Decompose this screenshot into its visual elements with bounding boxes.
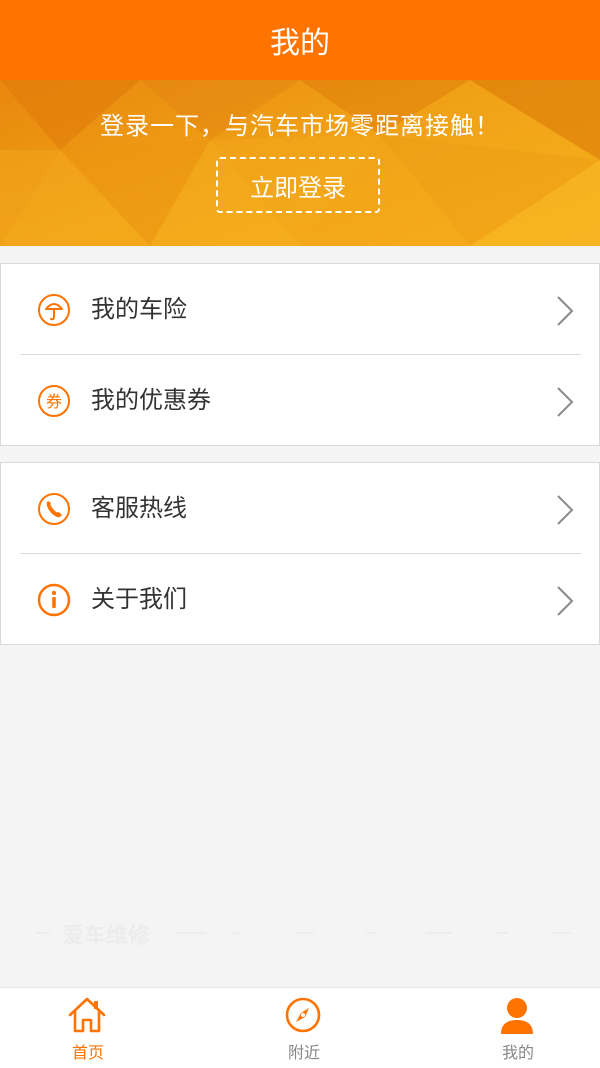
- menu-item-label: 我的优惠券: [91, 386, 211, 414]
- menu-item-label: 客服热线: [91, 494, 187, 522]
- banner-slogan: 登录一下，与汽车市场零距离接触！: [100, 112, 500, 140]
- tab-label: 首页: [71, 1043, 104, 1062]
- menu-item-label: 关于我们: [91, 585, 187, 613]
- phone-icon: [38, 493, 70, 525]
- chevron-right-icon: [557, 495, 574, 525]
- tab-home[interactable]: 首页: [0, 988, 188, 1068]
- bottom-tab-bar: 首页 附近 我的: [0, 987, 600, 1068]
- user-icon: [501, 998, 533, 1034]
- tab-mine[interactable]: 我的: [418, 988, 600, 1068]
- menu-group-account: 我的车险 券 我的优惠券: [0, 263, 600, 446]
- tab-label: 附近: [287, 1043, 320, 1062]
- coupon-icon: 券: [38, 385, 70, 417]
- watermark: 爱车维修: [36, 918, 576, 949]
- page-title: 我的: [270, 26, 330, 61]
- tab-nearby[interactable]: 附近: [204, 988, 404, 1068]
- menu-group-support: 客服热线 关于我们: [0, 462, 600, 645]
- menu-item-label: 我的车险: [91, 295, 187, 323]
- login-button[interactable]: 立即登录: [216, 157, 380, 213]
- chevron-right-icon: [557, 586, 574, 616]
- home-icon: [68, 997, 106, 1033]
- menu-item-coupons[interactable]: 券 我的优惠券: [1, 355, 599, 445]
- tab-label: 我的: [501, 1043, 534, 1062]
- umbrella-icon: [38, 294, 70, 326]
- menu-item-about[interactable]: 关于我们: [1, 554, 599, 644]
- chevron-right-icon: [557, 387, 574, 417]
- menu-item-insurance[interactable]: 我的车险: [1, 264, 599, 355]
- login-banner: 登录一下，与汽车市场零距离接触！ 立即登录: [0, 80, 600, 246]
- compass-icon: [285, 997, 321, 1033]
- info-icon: [37, 583, 71, 617]
- menu-item-hotline[interactable]: 客服热线: [1, 463, 599, 554]
- chevron-right-icon: [557, 296, 574, 326]
- app-header: 我的: [0, 0, 600, 80]
- svg-text:券: 券: [46, 392, 62, 411]
